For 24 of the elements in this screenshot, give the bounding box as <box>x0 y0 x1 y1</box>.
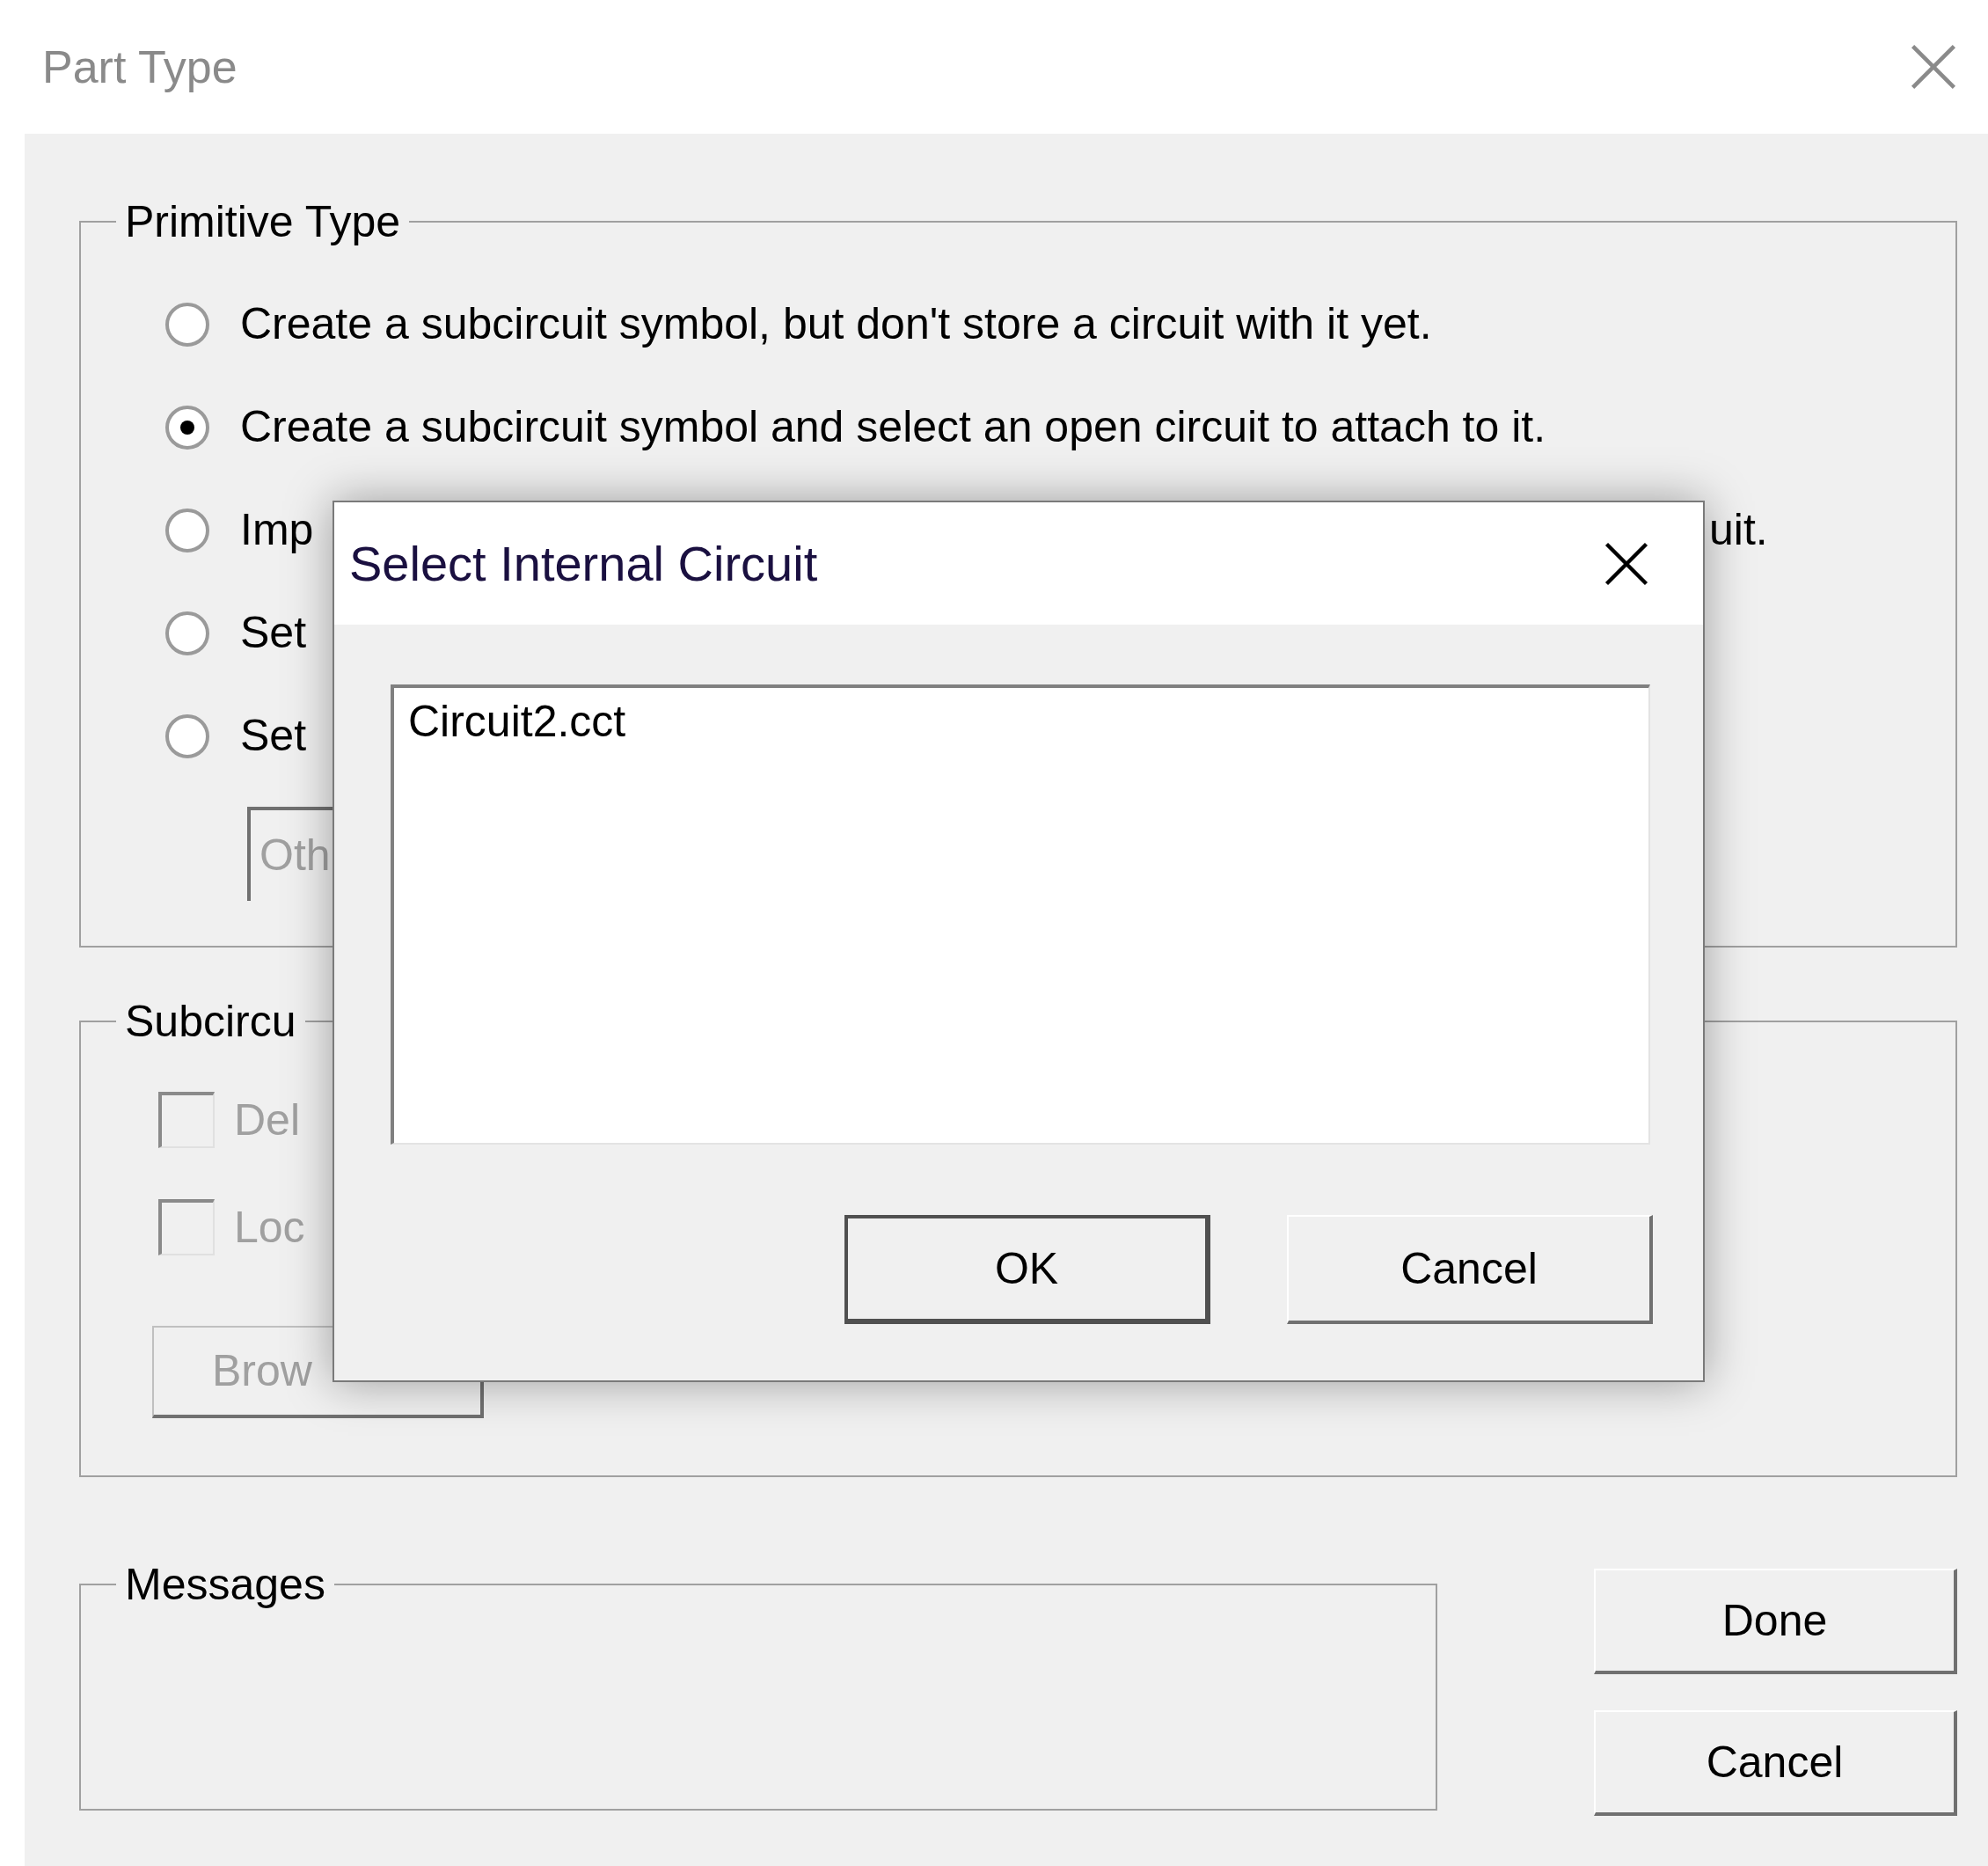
radio-button[interactable] <box>164 610 210 656</box>
radio-label: Create a subcircuit symbol, but don't store a circuit with it yet. <box>240 298 1432 350</box>
group-label: Subcircu <box>124 996 297 1048</box>
radio-label: Set <box>240 607 307 659</box>
radio-button[interactable] <box>164 713 210 759</box>
close-icon[interactable] <box>1604 541 1648 586</box>
radio-label: Set <box>240 710 307 762</box>
radio-button[interactable] <box>164 507 210 553</box>
radio-button[interactable] <box>164 404 210 450</box>
dialog-title: Select Internal Circuit <box>349 534 818 593</box>
checkbox-label: Del <box>234 1094 301 1146</box>
dialog-button[interactable]: OK <box>844 1215 1210 1324</box>
dialog-button[interactable]: Cancel <box>1287 1215 1653 1324</box>
window-title: Part Type <box>42 40 238 94</box>
radio-button[interactable] <box>164 301 210 348</box>
group-label: Primitive Type <box>124 196 402 248</box>
checkbox-label: Loc <box>234 1201 305 1254</box>
list-item[interactable]: Circuit2.cct <box>394 693 633 750</box>
dialog-button[interactable]: Cancel <box>1594 1710 1957 1816</box>
radio-label: Imp <box>240 504 314 556</box>
radio-label: uit. <box>1709 504 1768 556</box>
radio-label: Create a subcircuit symbol and select an open circuit to attach to it. <box>240 401 1546 453</box>
dialog-button[interactable]: Done <box>1594 1569 1957 1674</box>
group-label: Messages <box>124 1559 326 1611</box>
